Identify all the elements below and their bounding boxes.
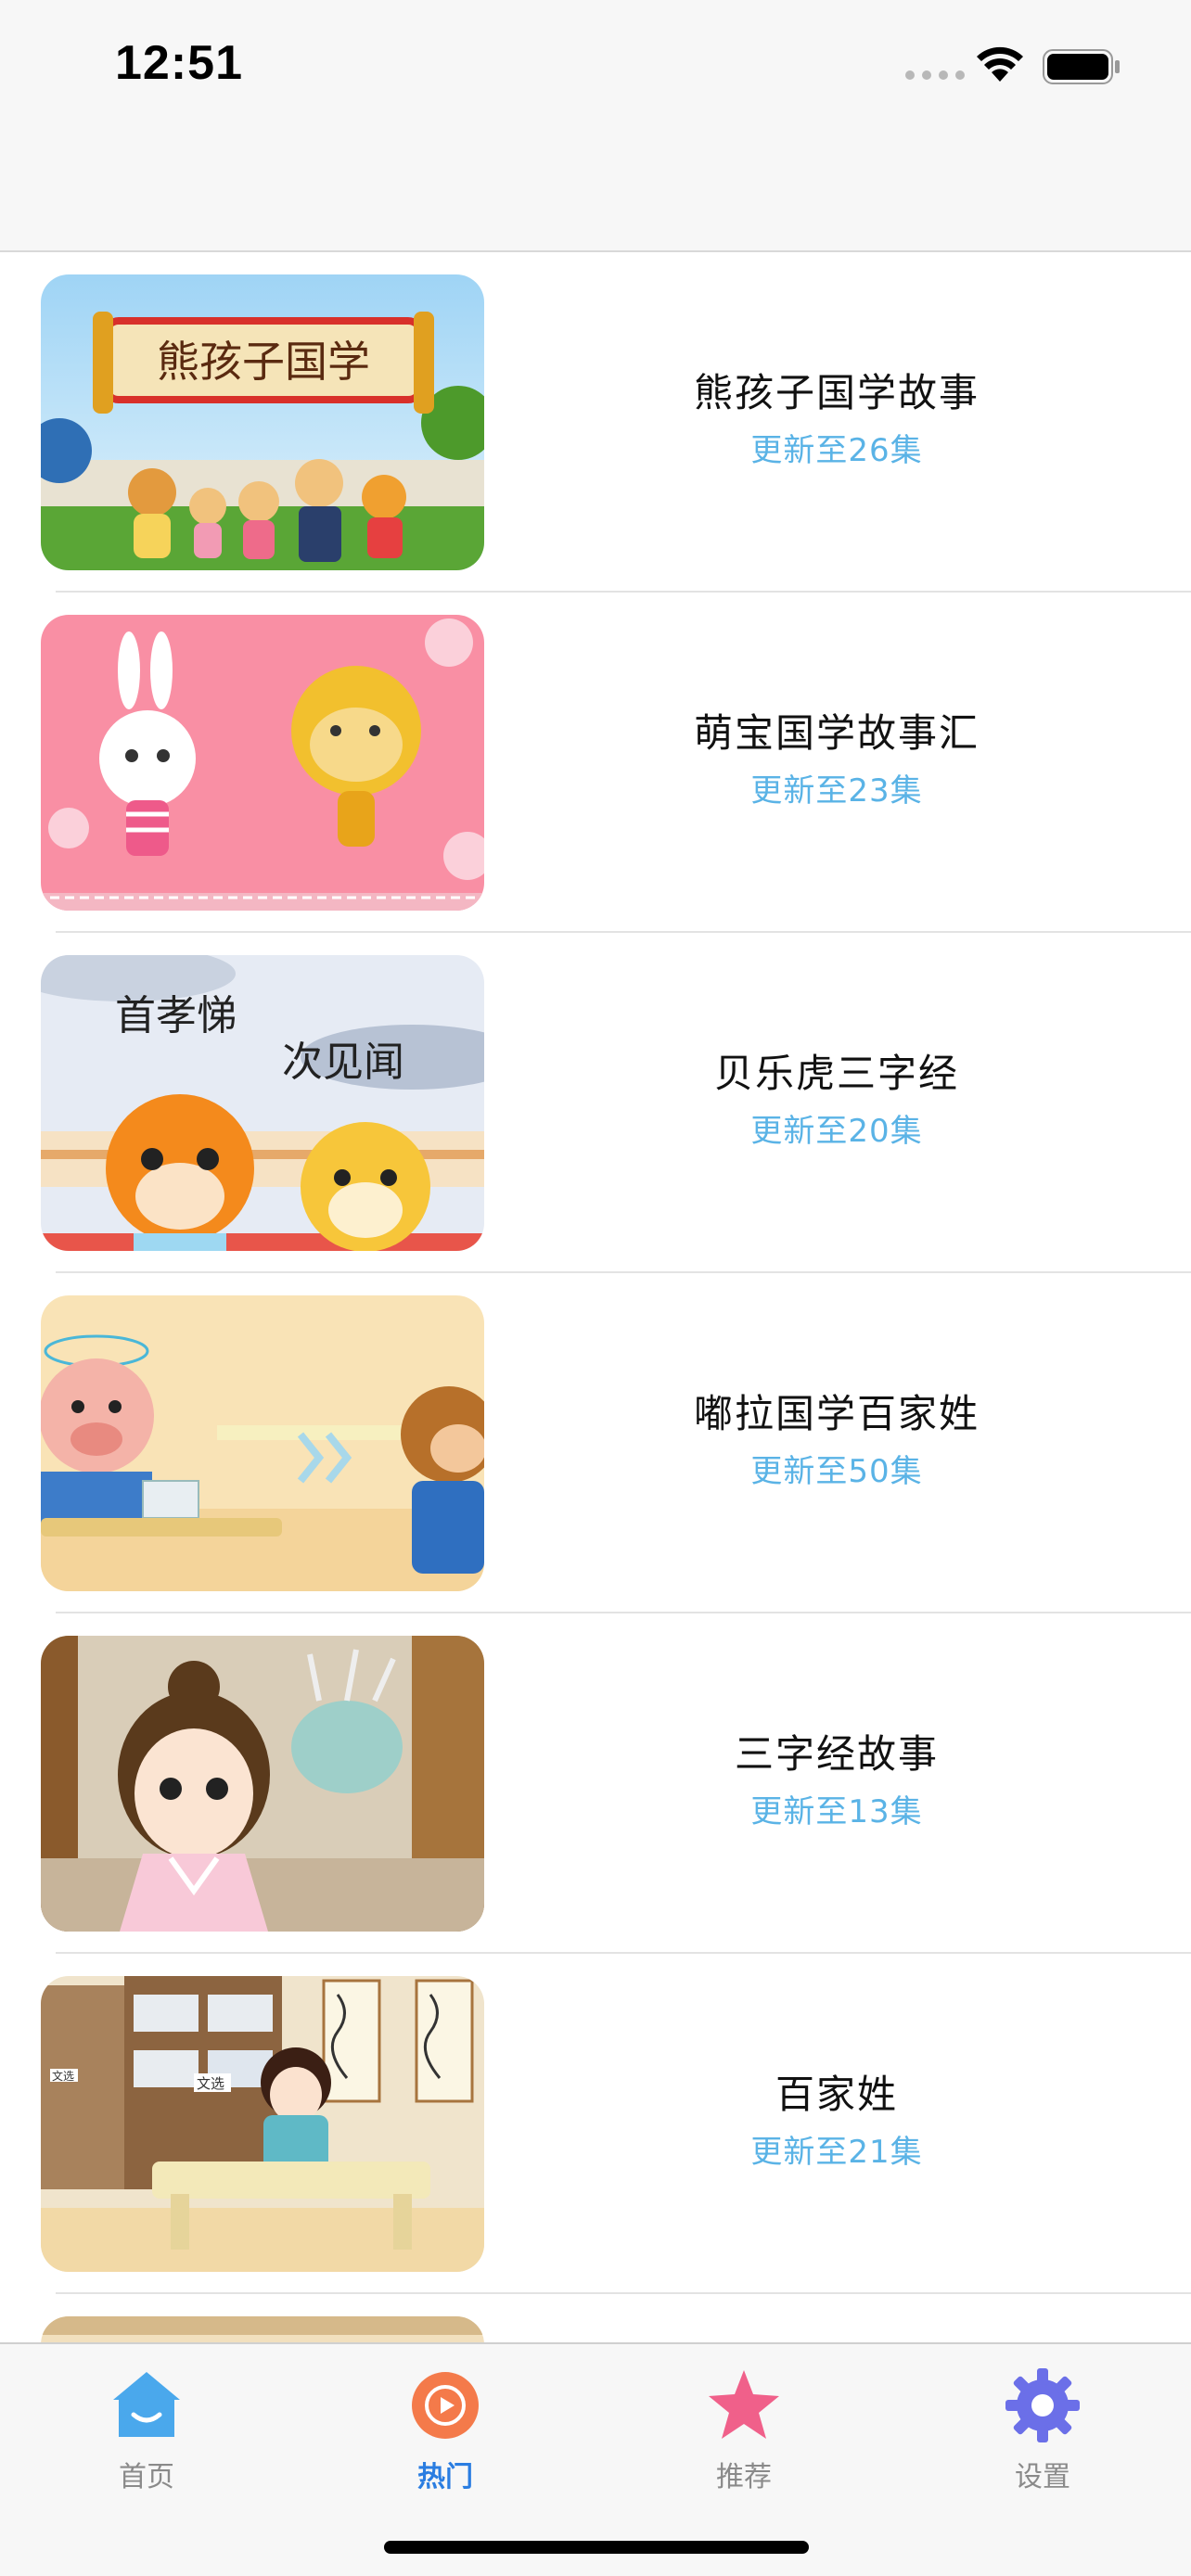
thumbnail-text-line1: 首孝悌 xyxy=(115,992,237,1039)
item-title: 熊孩子国学故事 xyxy=(693,370,980,415)
thumbnail-text-line2: 次见闻 xyxy=(282,1039,404,1086)
tab-label: 热门 xyxy=(417,2461,473,2493)
thumbnail-image: 熊孩子国学 xyxy=(41,274,484,570)
item-episode-count: 更新至23集 xyxy=(750,772,923,810)
list-item[interactable] xyxy=(0,2294,1191,2342)
thumbnail-image xyxy=(41,1295,484,1591)
item-title: 萌宝国学故事汇 xyxy=(693,710,980,756)
item-episode-count: 更新至21集 xyxy=(750,2134,923,2171)
list-item[interactable]: 嘟拉国学百家姓 更新至50集 xyxy=(0,1273,1191,1613)
thumbnail-image: 首孝悌 次见闻 xyxy=(41,955,484,1251)
item-episode-count: 更新至20集 xyxy=(750,1113,923,1150)
thumbnail-image: 文选 文选 xyxy=(41,1976,484,2272)
battery-icon xyxy=(1043,49,1120,84)
tab-home[interactable]: 首页 xyxy=(54,2357,239,2496)
home-indicator[interactable] xyxy=(384,2541,809,2554)
top-bar: 12:51 xyxy=(0,0,1191,252)
list-item[interactable]: 文选 文选 百家姓 更新至21集 xyxy=(0,1954,1191,2294)
tab-hot[interactable]: 热门 xyxy=(352,2357,538,2496)
tab-label: 首页 xyxy=(119,2461,174,2493)
item-episode-count: 更新至26集 xyxy=(750,432,923,469)
thumbnail-tag-1: 文选 xyxy=(52,2069,74,2083)
item-title: 三字经故事 xyxy=(734,1731,939,1777)
list-item[interactable]: 熊孩子国学 熊孩子国学故事 更新至26集 xyxy=(0,252,1191,593)
thumbnail-banner-text: 熊孩子国学 xyxy=(157,337,370,387)
tab-label: 推荐 xyxy=(716,2461,772,2493)
thumbnail-image xyxy=(41,1636,484,1932)
thumbnail-image xyxy=(41,2316,484,2342)
cellular-signal-icon xyxy=(905,70,965,80)
item-title: 贝乐虎三字经 xyxy=(713,1051,959,1096)
item-title: 百家姓 xyxy=(775,2072,898,2117)
item-episode-count: 更新至13集 xyxy=(750,1793,923,1830)
list-item[interactable]: 萌宝国学故事汇 更新至23集 xyxy=(0,593,1191,933)
thumbnail-tag-2: 文选 xyxy=(197,2075,224,2092)
item-title: 嘟拉国学百家姓 xyxy=(693,1391,980,1436)
list-item[interactable]: 首孝悌 次见闻 贝乐虎三字经 更新至20集 xyxy=(0,933,1191,1273)
gear-icon xyxy=(1005,2368,1080,2442)
item-episode-count: 更新至50集 xyxy=(750,1453,923,1490)
star-icon xyxy=(709,2370,779,2439)
play-icon xyxy=(412,2372,479,2439)
thumbnail-image xyxy=(41,615,484,911)
list-item[interactable]: 三字经故事 更新至13集 xyxy=(0,1613,1191,1954)
home-icon xyxy=(113,2372,180,2437)
tab-label: 设置 xyxy=(1015,2461,1070,2493)
series-list[interactable]: 熊孩子国学 熊孩子国学故事 更新至26集 萌宝国学故事汇 更新至23集 首孝悌 … xyxy=(0,252,1191,2342)
wifi-icon xyxy=(977,46,1023,82)
tab-recommend[interactable]: 推荐 xyxy=(651,2357,837,2496)
status-time: 12:51 xyxy=(115,36,243,90)
tab-settings[interactable]: 设置 xyxy=(950,2357,1135,2496)
